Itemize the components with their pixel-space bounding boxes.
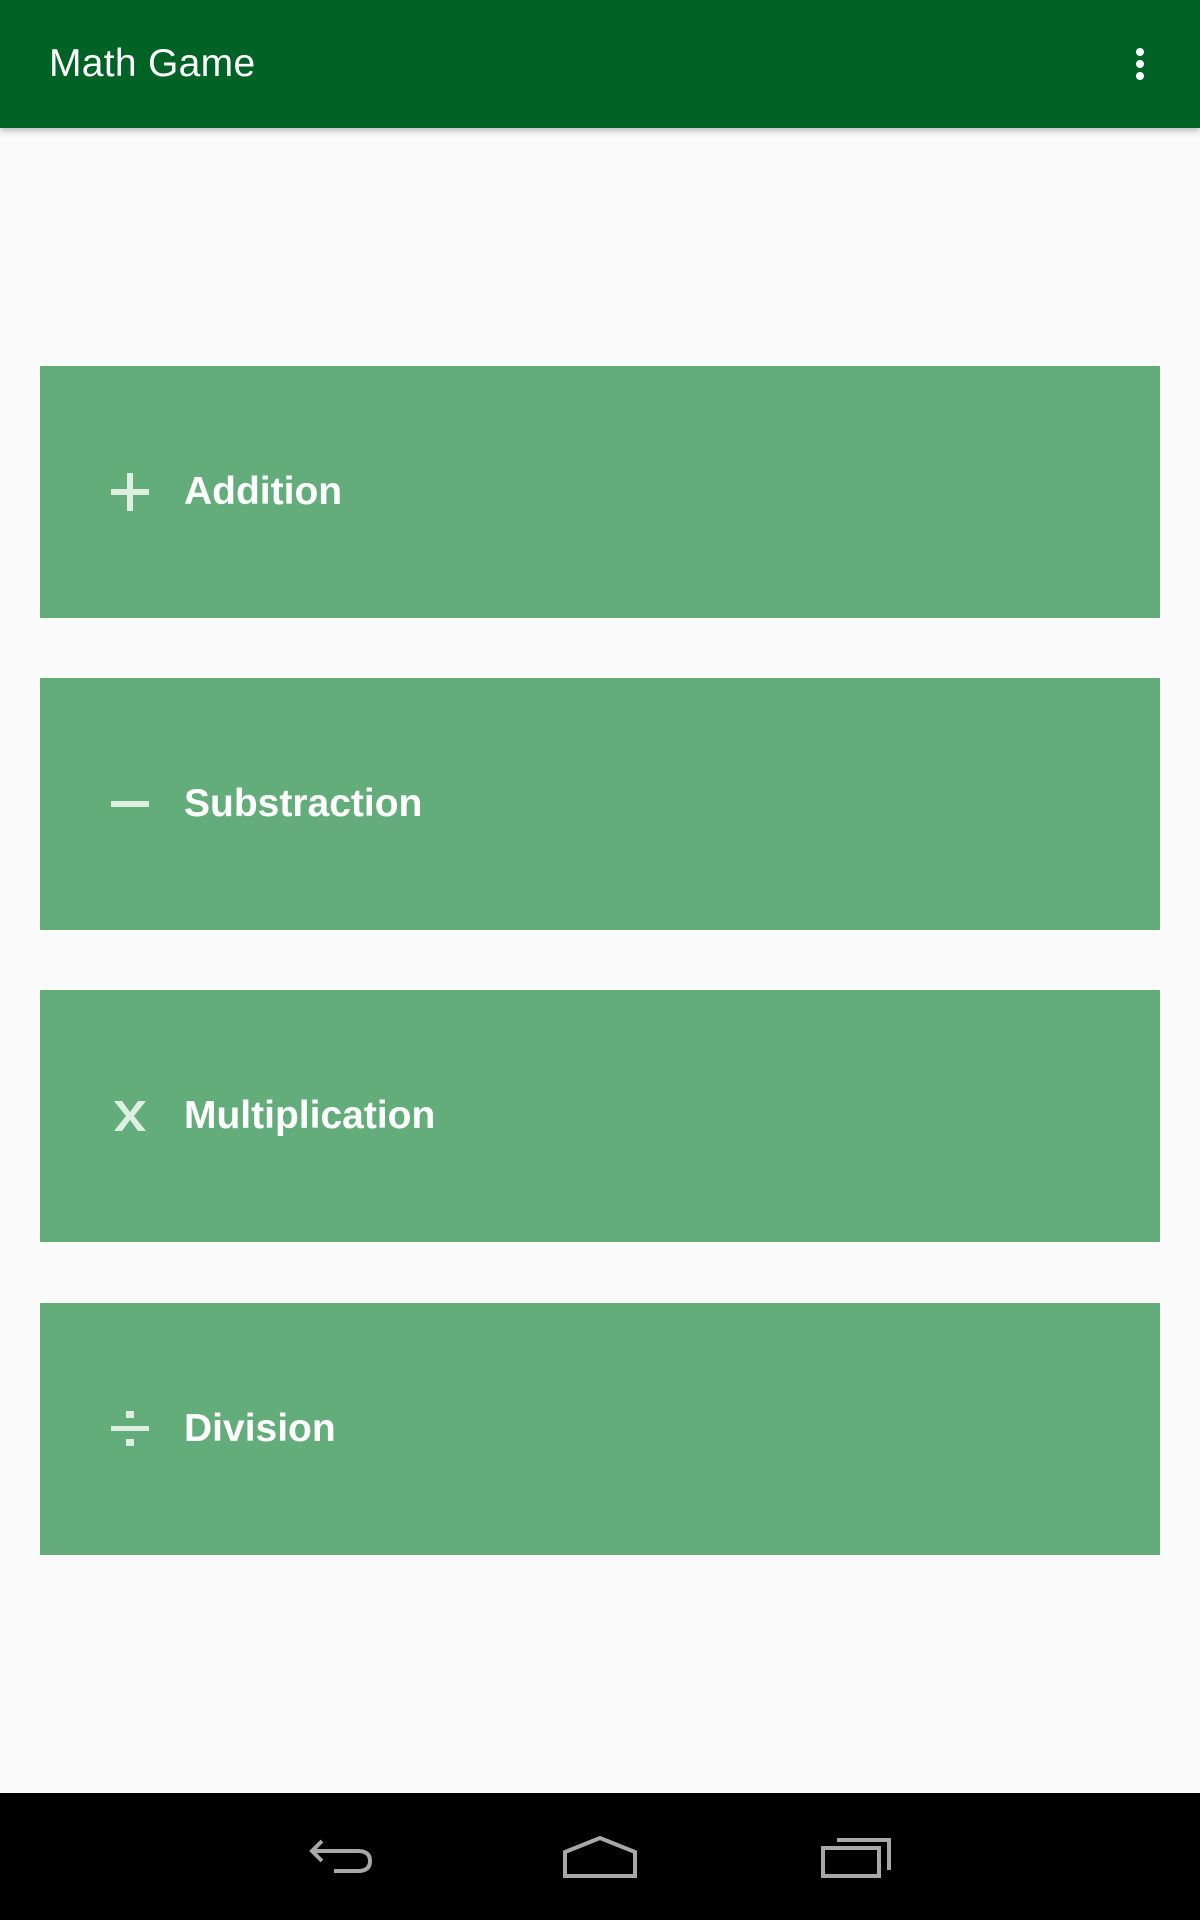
back-icon (309, 1839, 373, 1873)
multiply-icon (110, 1096, 150, 1136)
minus-icon (110, 784, 150, 824)
more-vert-icon-dot (1136, 72, 1144, 80)
more-vert-icon (1136, 48, 1144, 56)
app-bar: Math Game (0, 0, 1200, 128)
more-vert-icon-dot (1136, 60, 1144, 68)
multiplication-button[interactable]: Multiplication (40, 990, 1160, 1242)
addition-label: Addition (184, 470, 343, 513)
home-button[interactable] (540, 1815, 660, 1899)
multiplication-label: Multiplication (184, 1094, 436, 1137)
plus-icon (110, 472, 150, 512)
addition-button[interactable]: Addition (40, 366, 1160, 618)
operations-list: Addition Substraction Multiplication Div… (0, 128, 1200, 1793)
system-navigation-bar (0, 1793, 1200, 1920)
overflow-menu-button[interactable] (1110, 34, 1170, 94)
subtraction-button[interactable]: Substraction (40, 678, 1160, 930)
back-button[interactable] (283, 1815, 403, 1899)
subtraction-label: Substraction (184, 782, 423, 825)
recents-icon (821, 1838, 891, 1878)
app-title: Math Game (49, 42, 256, 85)
recents-button[interactable] (797, 1815, 917, 1899)
divide-icon (110, 1409, 150, 1449)
division-label: Division (184, 1407, 336, 1450)
division-button[interactable]: Division (40, 1303, 1160, 1555)
home-icon (563, 1836, 637, 1878)
